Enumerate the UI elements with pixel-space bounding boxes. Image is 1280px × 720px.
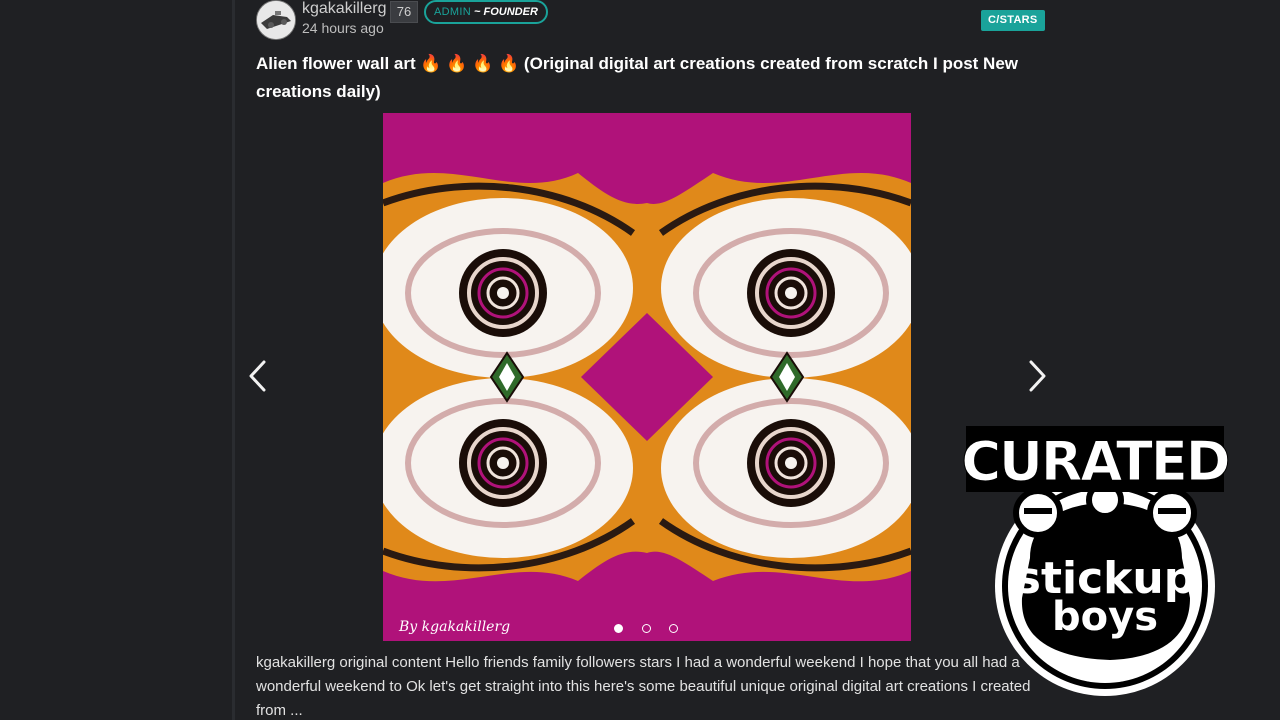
carousel-dot[interactable] bbox=[614, 624, 623, 633]
chevron-right-icon bbox=[1029, 360, 1046, 392]
post-header: kgakakillerg 76 ADMIN ~ FOUNDER 24 hours… bbox=[256, 0, 1056, 44]
image-watermark: By kgakakillerg bbox=[399, 619, 511, 635]
chevron-left-icon bbox=[249, 360, 266, 392]
logo-curated-text: CURATED bbox=[961, 430, 1228, 493]
artwork-graphic bbox=[383, 113, 911, 641]
avatar[interactable] bbox=[256, 0, 296, 40]
curated-stickup-boys-logo: CURATED stickup boys bbox=[960, 408, 1230, 698]
post-timestamp: 24 hours ago bbox=[302, 20, 384, 36]
carousel-dot[interactable] bbox=[642, 624, 651, 633]
post-body-preview[interactable]: kgakakillerg original content Hello frie… bbox=[256, 651, 1036, 720]
author-username[interactable]: kgakakillerg bbox=[302, 0, 386, 18]
logo-boys-text: boys bbox=[1052, 594, 1158, 640]
carousel-next-button[interactable] bbox=[1022, 356, 1052, 396]
post-image[interactable]: By kgakakillerg bbox=[383, 113, 911, 641]
page: kgakakillerg 76 ADMIN ~ FOUNDER 24 hours… bbox=[0, 0, 1280, 720]
post-title[interactable]: Alien flower wall art 🔥 🔥 🔥 🔥 (Original … bbox=[256, 50, 1036, 106]
reputation-badge: 76 bbox=[390, 1, 418, 23]
role-badge: ADMIN ~ FOUNDER bbox=[424, 0, 548, 24]
carousel-prev-button[interactable] bbox=[243, 356, 273, 396]
community-tag[interactable]: C/STARS bbox=[981, 10, 1045, 31]
carousel-dot[interactable] bbox=[669, 624, 678, 633]
role-admin-label: ADMIN bbox=[434, 6, 471, 18]
role-founder-label: ~ FOUNDER bbox=[474, 6, 538, 18]
left-sidebar bbox=[0, 0, 235, 720]
